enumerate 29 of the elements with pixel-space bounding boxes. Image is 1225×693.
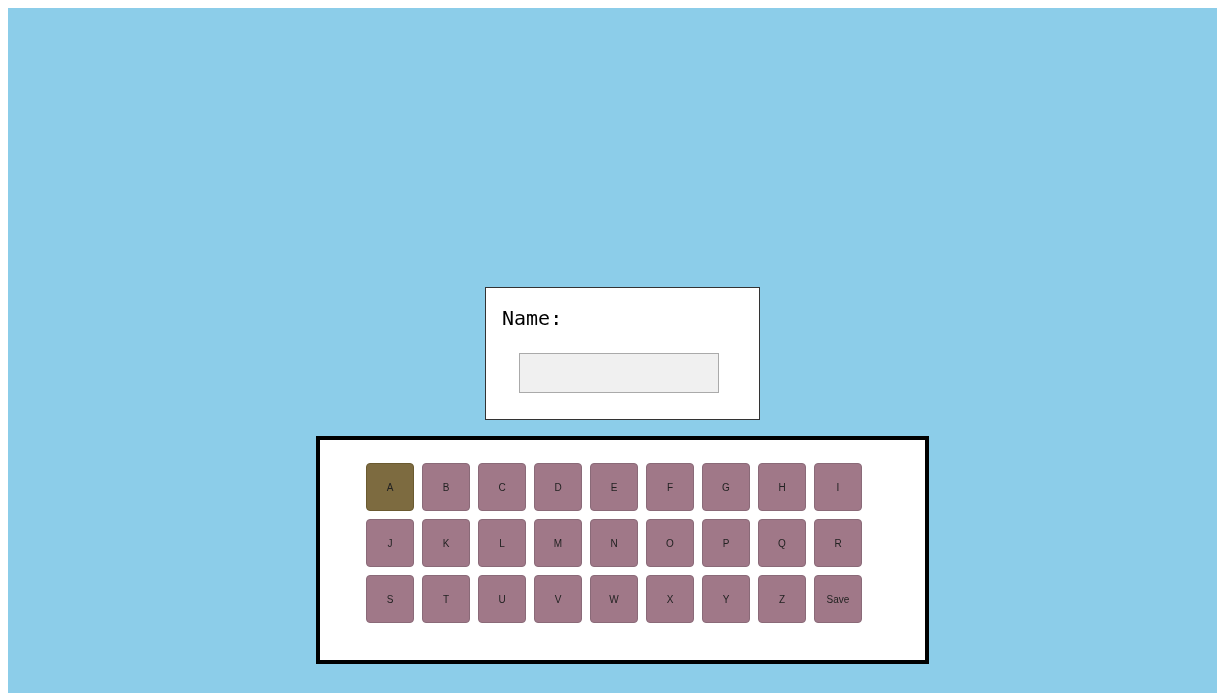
keyboard-key[interactable]: B: [422, 463, 470, 511]
keyboard-key[interactable]: Q: [758, 519, 806, 567]
keyboard-key[interactable]: J: [366, 519, 414, 567]
keyboard-key[interactable]: E: [590, 463, 638, 511]
keyboard-key[interactable]: I: [814, 463, 862, 511]
keyboard-key[interactable]: S: [366, 575, 414, 623]
keyboard-key[interactable]: V: [534, 575, 582, 623]
keyboard-key[interactable]: T: [422, 575, 470, 623]
keyboard-key[interactable]: D: [534, 463, 582, 511]
keyboard-key[interactable]: O: [646, 519, 694, 567]
keyboard-key[interactable]: A: [366, 463, 414, 511]
keyboard-key[interactable]: K: [422, 519, 470, 567]
keyboard-key[interactable]: G: [702, 463, 750, 511]
keyboard-key[interactable]: Save: [814, 575, 862, 623]
keyboard-key[interactable]: F: [646, 463, 694, 511]
keyboard-key[interactable]: W: [590, 575, 638, 623]
name-field[interactable]: [519, 353, 719, 393]
keyboard-key[interactable]: N: [590, 519, 638, 567]
keyboard-key[interactable]: Y: [702, 575, 750, 623]
keyboard-key[interactable]: X: [646, 575, 694, 623]
keyboard-key[interactable]: R: [814, 519, 862, 567]
keyboard-key[interactable]: U: [478, 575, 526, 623]
keyboard-key[interactable]: H: [758, 463, 806, 511]
keyboard-key[interactable]: C: [478, 463, 526, 511]
keyboard-key[interactable]: P: [702, 519, 750, 567]
keyboard-key[interactable]: L: [478, 519, 526, 567]
keyboard-key[interactable]: M: [534, 519, 582, 567]
name-label: Name:: [502, 306, 563, 330]
keyboard-key[interactable]: Z: [758, 575, 806, 623]
